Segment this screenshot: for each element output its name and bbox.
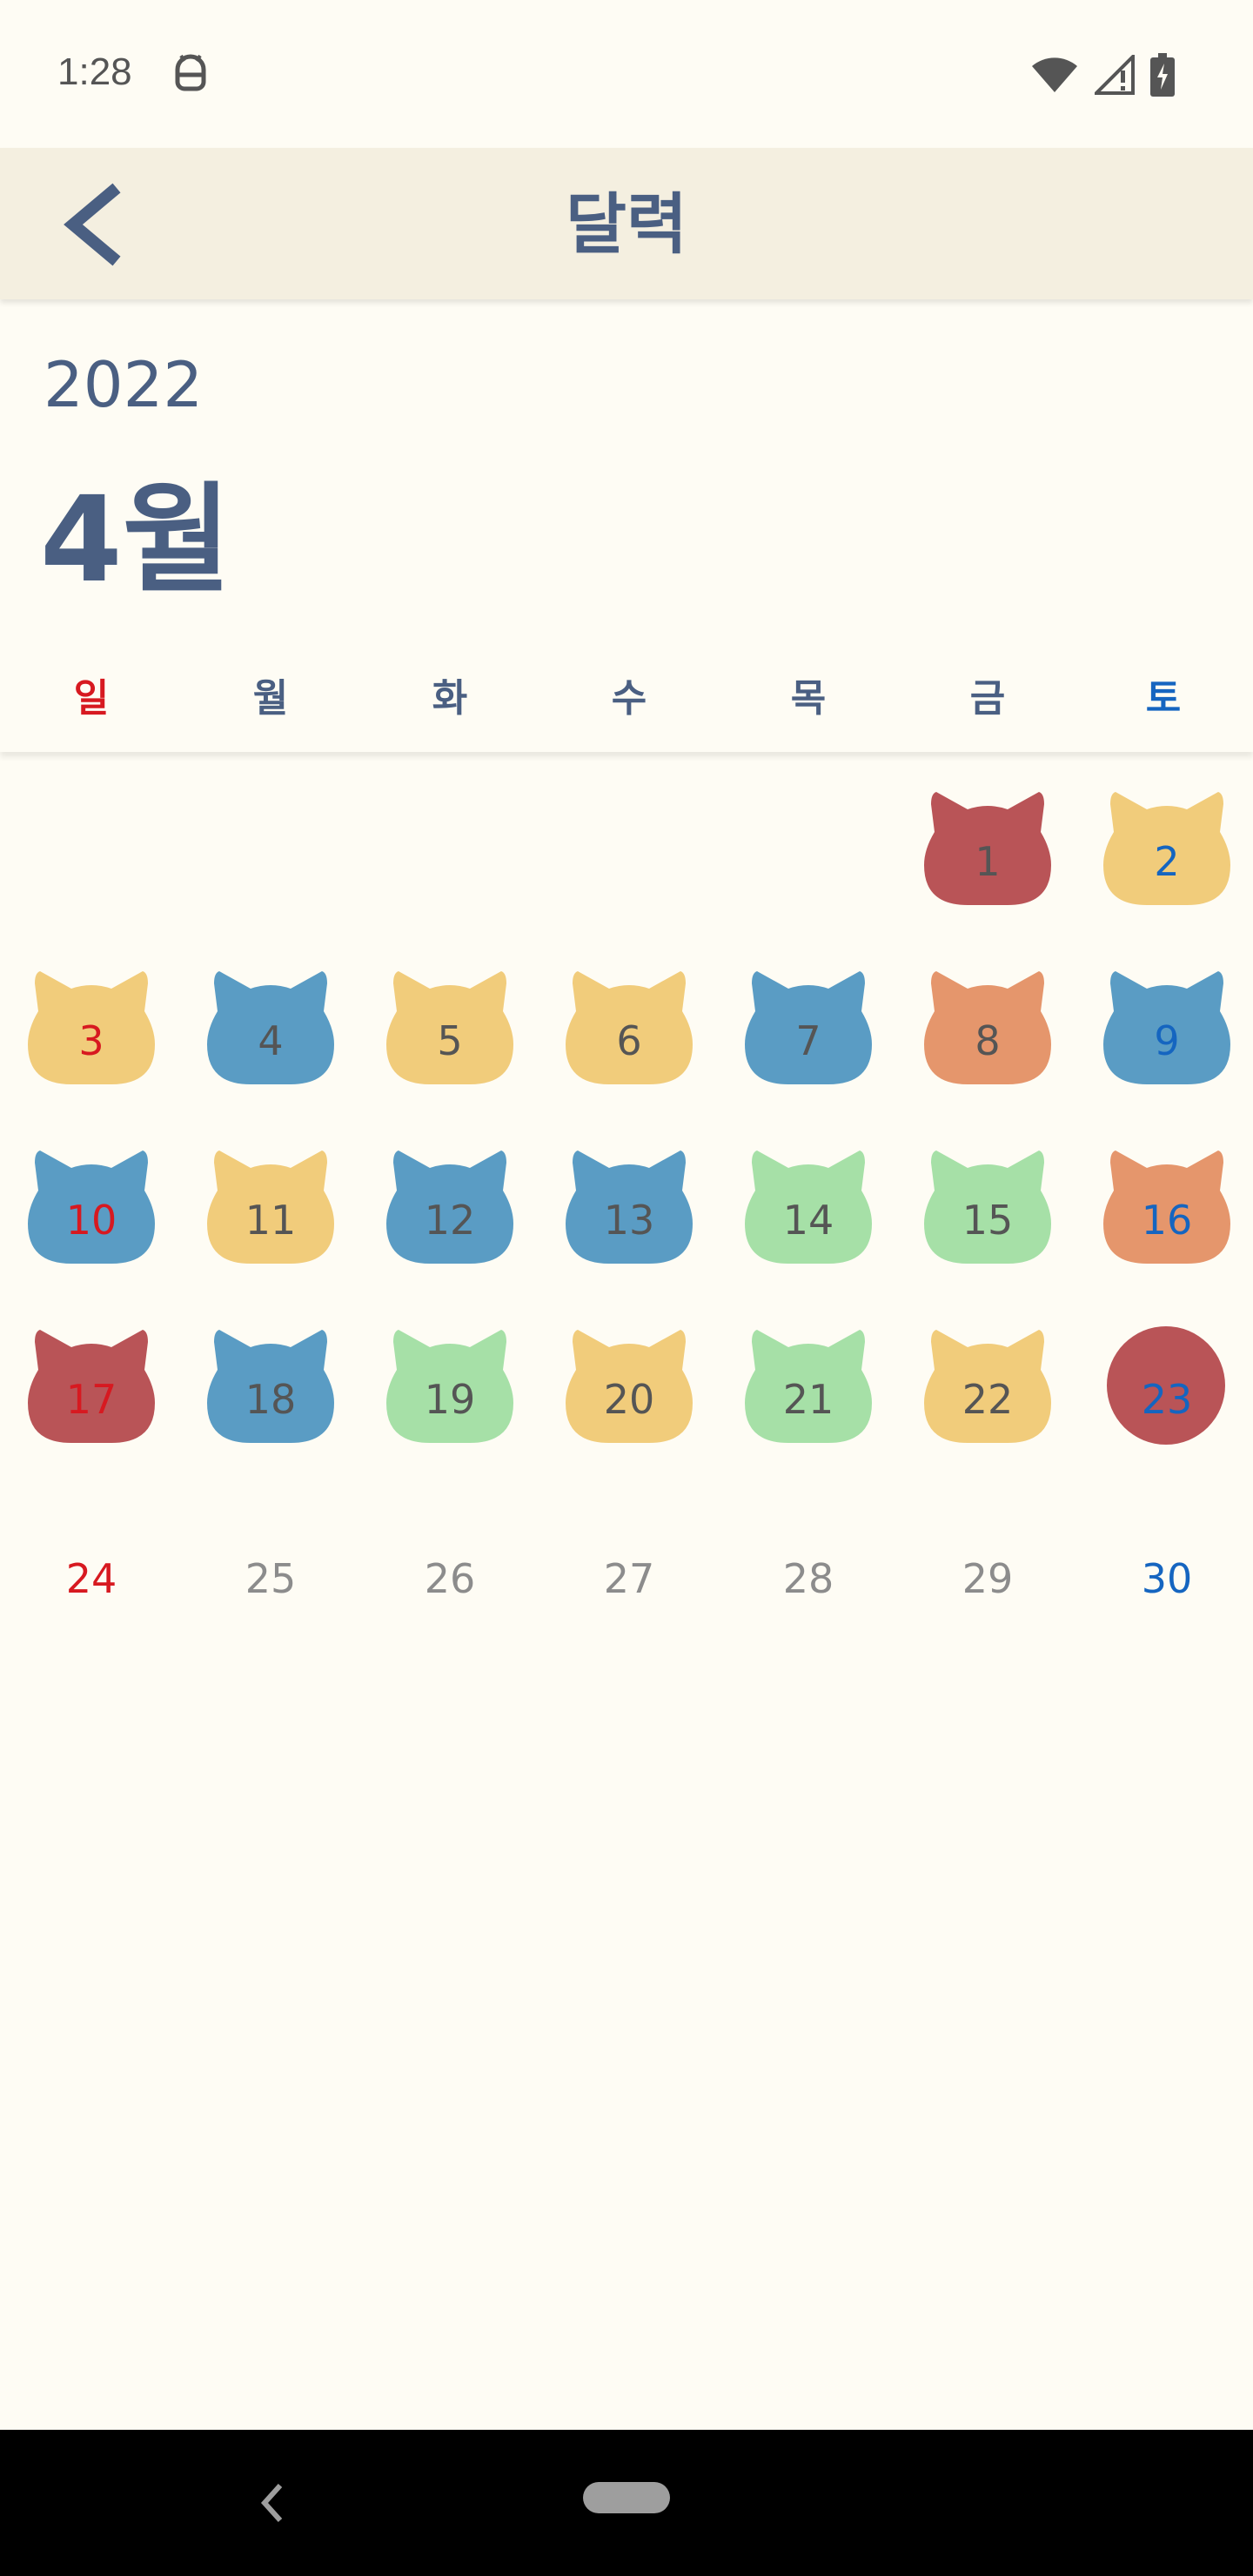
nav-back-icon[interactable] [258,2480,285,2526]
day-number: 26 [424,1555,476,1602]
calendar-day[interactable]: 28 [719,1469,898,1648]
status-time: 1:28 [57,50,132,93]
calendar-grid: 1 2 3 4 5 6 7 8 9 10 11 12 13 14 15 16 17 18 19 20 21 22 23 24 2… [0,752,1253,1622]
calendar-day[interactable]: 24 [2,1469,181,1648]
day-number: 15 [962,1197,1014,1244]
calendar-day[interactable]: 2 [1077,752,1253,931]
day-number: 29 [962,1555,1014,1602]
calendar-day[interactable]: 22 [898,1290,1077,1469]
nav-home-pill[interactable] [583,2482,670,2513]
day-number: 20 [603,1376,655,1423]
day-number: 16 [1141,1197,1193,1244]
weekday-header: 일 월 화 수 목 금 토 [0,644,1253,752]
day-number: 11 [245,1197,297,1244]
calendar-day[interactable]: 15 [898,1110,1077,1290]
day-number: 22 [962,1376,1014,1423]
calendar-day[interactable]: 18 [181,1290,360,1469]
weekday-wednesday: 수 [611,676,647,721]
calendar-year: 2022 [44,348,204,421]
calendar-day[interactable]: 21 [719,1290,898,1469]
calendar-day[interactable]: 29 [898,1469,1077,1648]
wifi-icon [1032,57,1077,92]
calendar-day[interactable]: 6 [539,931,719,1110]
day-number: 3 [78,1017,104,1064]
calendar-day[interactable]: 14 [719,1110,898,1290]
calendar-day[interactable]: 1 [898,752,1077,931]
calendar-day[interactable]: 25 [181,1469,360,1648]
day-number: 4 [258,1017,284,1064]
calendar-day[interactable]: 27 [539,1469,719,1648]
calendar-day[interactable]: 13 [539,1110,719,1290]
day-number: 25 [245,1555,297,1602]
cell-signal-icon [1095,55,1135,95]
day-number: 19 [424,1376,476,1423]
calendar-day[interactable]: 17 [2,1290,181,1469]
day-number: 30 [1141,1555,1193,1602]
day-number: 28 [782,1555,834,1602]
calendar-day[interactable]: 20 [539,1290,719,1469]
calendar-day[interactable]: 10 [2,1110,181,1290]
app-bar: 달력 [0,148,1253,299]
weekday-tuesday: 화 [432,676,468,721]
android-debug-icon [175,54,206,91]
calendar-day[interactable]: 23 [1077,1290,1253,1469]
calendar-day[interactable]: 7 [719,931,898,1110]
calendar-day[interactable]: 30 [1077,1469,1253,1648]
day-number: 27 [603,1555,655,1602]
weekday-saturday: 토 [1145,676,1182,721]
calendar-day[interactable]: 11 [181,1110,360,1290]
day-number: 8 [975,1017,1001,1064]
day-number: 7 [795,1017,821,1064]
day-number: 23 [1141,1376,1193,1423]
day-number: 2 [1154,838,1180,885]
calendar-day[interactable]: 19 [360,1290,539,1469]
weekday-sunday: 일 [73,676,110,721]
day-number: 9 [1154,1017,1180,1064]
day-number: 12 [424,1197,476,1244]
day-number: 1 [975,838,1001,885]
day-number: 14 [782,1197,834,1244]
calendar-day[interactable]: 12 [360,1110,539,1290]
status-icons [1030,50,1175,99]
calendar-day[interactable]: 16 [1077,1110,1253,1290]
day-number: 24 [65,1555,117,1602]
system-nav-bar [0,2430,1253,2576]
calendar-day[interactable]: 9 [1077,931,1253,1110]
weekday-monday: 월 [252,676,289,721]
calendar-day[interactable]: 3 [2,931,181,1110]
day-number: 13 [603,1197,655,1244]
status-bar: 1:28 [0,0,1253,148]
calendar-month: 4월 [40,472,231,609]
day-number: 21 [782,1376,834,1423]
day-number: 5 [437,1017,463,1064]
calendar-day[interactable]: 8 [898,931,1077,1110]
calendar-day[interactable]: 5 [360,931,539,1110]
page-title: 달력 [566,185,687,263]
day-number: 6 [616,1017,642,1064]
weekday-friday: 금 [969,676,1006,721]
day-number: 18 [245,1376,297,1423]
calendar-day[interactable]: 4 [181,931,360,1110]
day-number: 10 [65,1197,117,1244]
battery-charging-icon [1150,53,1175,97]
weekday-thursday: 목 [790,676,827,721]
day-number: 17 [65,1376,117,1423]
calendar-day[interactable]: 26 [360,1469,539,1648]
